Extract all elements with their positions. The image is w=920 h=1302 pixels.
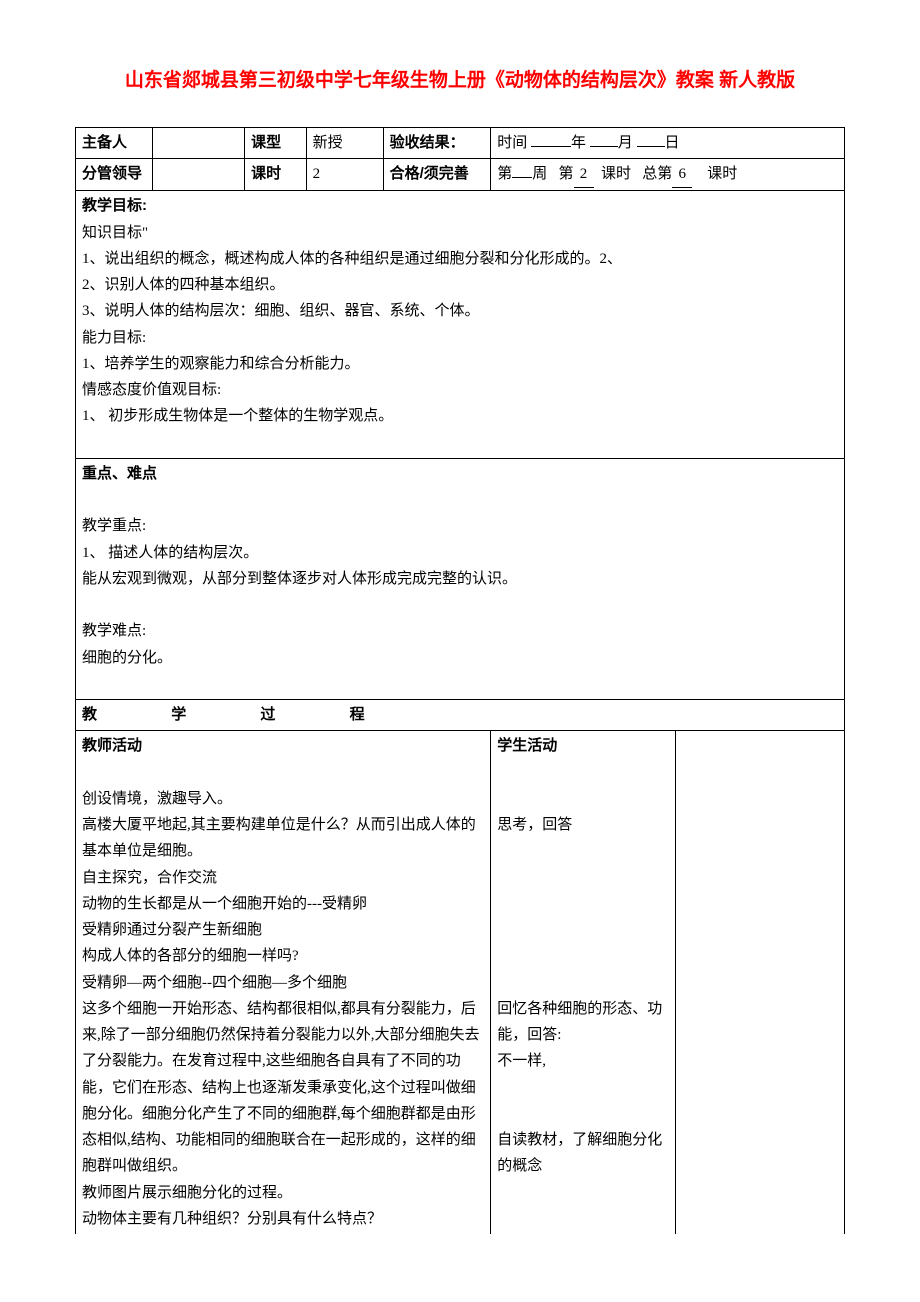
period-value: 2 [574,161,594,188]
objectives-sub1: 知识目标" [82,220,838,246]
value-week-period: 第周 第2 课时 总第6 课时 [491,159,845,191]
teacher-p5: 受精卵通过分裂产生新细胞 [82,917,484,943]
week-suffix: 周 [532,166,547,182]
keypoints-heading: 重点、难点 [82,461,838,487]
value-lesson-type: 新授 [306,127,383,158]
teacher-p8: 这多个细胞一开始形态、结构都很相似,都具有分裂能力，后来,除了一部分细胞仍然保持… [82,996,484,1180]
blank-year [531,146,571,147]
keypoints-row: 重点、难点 教学重点: 1、 描述人体的结构层次。 能从宏观到微观，从部分到整体… [76,458,845,699]
process-h-c: 过 [260,706,275,723]
student-activity-heading: 学生活动 [497,733,669,759]
document-title: 山东省郯城县第三初级中学七年级生物上册《动物体的结构层次》教案 新人教版 [75,60,845,102]
day-suffix: 日 [665,135,680,151]
teacher-p4: 动物的生长都是从一个细胞开始的---受精卵 [82,891,484,917]
blank-week [512,177,532,178]
label-lesson-type: 课型 [245,127,307,158]
student-s3: 不一样, [497,1048,669,1074]
objectives-l2: 2、识别人体的四种基本组织。 [82,272,838,298]
value-leader [152,159,244,191]
total-suffix: 课时 [707,166,737,182]
objectives-sub2: 能力目标: [82,325,838,351]
student-activity-cell: 学生活动 思考，回答 回忆各种细胞的形态、功能，回答: 不一样, 自读教材，了解… [491,731,676,1234]
period-prefix: 第 [559,166,574,182]
lesson-plan-table: 主备人 课型 新授 验收结果： 第 时间 年 月 日 分管领导 课时 2 合格/… [75,127,845,1234]
teacher-activity-heading: 教师活动 [82,733,484,759]
teacher-activity-cell: 教师活动 创设情境，激趣导入。 高楼大厦平地起,其主要构建单位是什么？从而引出成… [76,731,491,1234]
keypoints-sub1: 教学重点: [82,513,838,539]
keypoints-l1: 1、 描述人体的结构层次。 [82,540,838,566]
total-prefix: 总第 [642,166,672,182]
teacher-p3: 自主探究，合作交流 [82,865,484,891]
objectives-l4: 1、培养学生的观察能力和综合分析能力。 [82,351,838,377]
week-prefix: 第 [497,166,512,182]
process-subheading-row: 教师活动 创设情境，激趣导入。 高楼大厦平地起,其主要构建单位是什么？从而引出成… [76,731,845,1234]
teacher-p10: 动物体主要有几种组织？分别具有什么特点？ [82,1206,484,1232]
time-word: 时间 [497,135,527,151]
objectives-l5: 1、 初步形成生物体是一个整体的生物学观点。 [82,403,838,429]
objectives-l3: 3、说明人体的结构层次：细胞、组织、器官、系统、个体。 [82,298,838,324]
label-leader: 分管领导 [76,159,153,191]
process-h-a: 教 [82,706,97,723]
label-pass: 合格/须完善 [383,159,491,191]
period-suffix: 课时 [601,166,631,182]
objectives-cell: 教学目标: 知识目标" 1、说出组织的概念，概述构成人体的各种组织是通过细胞分裂… [76,191,845,459]
teacher-p2: 高楼大厦平地起,其主要构建单位是什么？从而引出成人体的基本单位是细胞。 [82,812,484,865]
process-h-d: 程 [350,706,365,723]
student-s1: 思考，回答 [497,812,669,838]
objectives-heading: 教学目标: [82,193,838,219]
value-periods: 2 [306,159,383,191]
header-row-1: 主备人 课型 新授 验收结果： 第 时间 年 月 日 [76,127,845,158]
keypoints-l3: 细胞的分化。 [82,645,838,671]
student-s2: 回忆各种细胞的形态、功能，回答: [497,996,669,1049]
year-suffix: 年 [571,135,586,151]
objectives-sub3: 情感态度价值观目标: [82,377,838,403]
objectives-row: 教学目标: 知识目标" 1、说出组织的概念，概述构成人体的各种组织是通过细胞分裂… [76,191,845,459]
value-preparer [152,127,244,158]
label-periods: 课时 [245,159,307,191]
blank-month [590,146,618,147]
teacher-p1: 创设情境，激趣导入。 [82,786,484,812]
student-s4: 自读教材，了解细胞分化的概念 [497,1127,669,1180]
keypoints-l2: 能从宏观到微观，从部分到整体逐步对人体形成完成完整的认识。 [82,566,838,592]
objectives-l1: 1、说出组织的概念，概述构成人体的各种组织是通过细胞分裂和分化形成的。2、 [82,246,838,272]
process-heading-row: 教 学 过 程 [76,700,845,731]
total-value: 6 [672,161,692,188]
keypoints-sub2: 教学难点: [82,618,838,644]
label-check-result: 验收结果： [383,127,491,158]
process-heading: 教 学 过 程 [76,700,845,731]
value-time: 第 时间 年 月 日 [491,127,845,158]
teacher-p9: 教师图片展示细胞分化的过程。 [82,1180,484,1206]
extra-column-cell [675,731,844,1234]
process-h-b: 学 [171,706,186,723]
teacher-p7: 受精卵—两个细胞--四个细胞—多个细胞 [82,970,484,996]
teacher-p6: 构成人体的各部分的细胞一样吗? [82,943,484,969]
month-suffix: 月 [618,135,633,151]
blank-day [637,146,665,147]
keypoints-cell: 重点、难点 教学重点: 1、 描述人体的结构层次。 能从宏观到微观，从部分到整体… [76,458,845,699]
label-preparer: 主备人 [76,127,153,158]
header-row-2: 分管领导 课时 2 合格/须完善 第周 第2 课时 总第6 课时 [76,159,845,191]
